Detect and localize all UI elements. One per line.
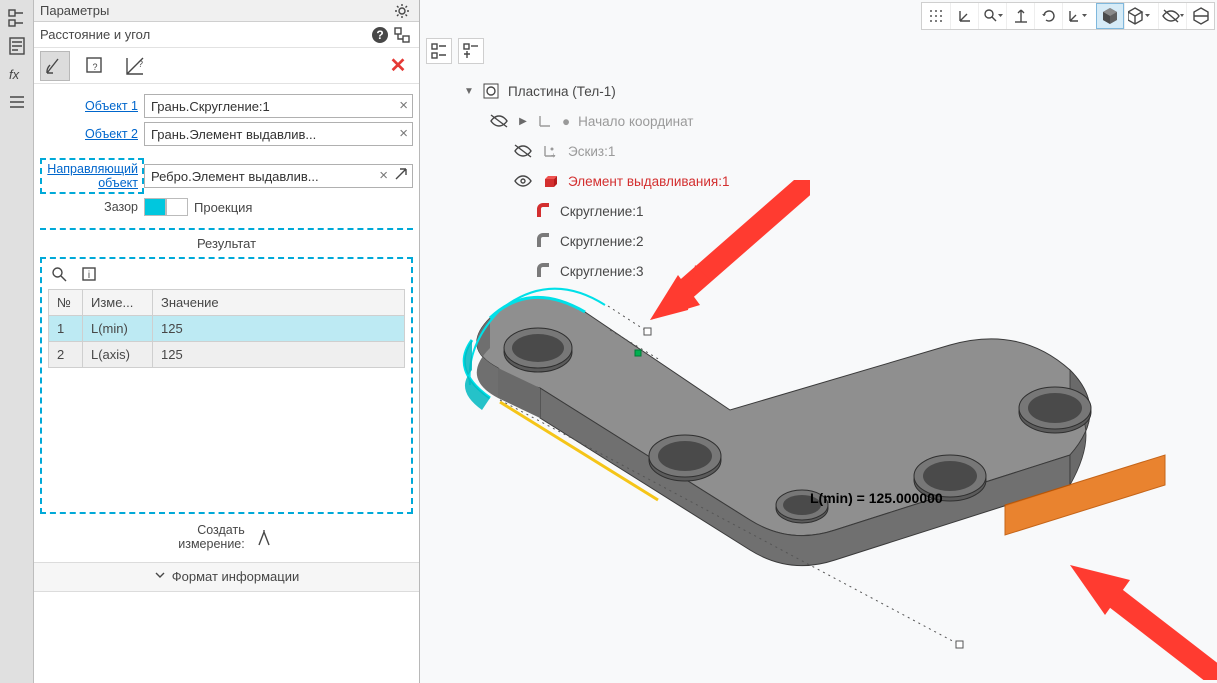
chevron-down-icon [154, 569, 166, 584]
object1-value: Грань.Скругление:1 [151, 99, 270, 114]
close-icon[interactable]: ✕ [383, 51, 413, 81]
fx-panel-icon[interactable]: fx [4, 62, 30, 86]
projection-label: Проекция [194, 200, 252, 215]
viewport-3d[interactable]: ▼ Пластина (Тел-1) ▶ ● Начало координат … [420, 0, 1217, 683]
zoom-dropdown-icon[interactable] [978, 3, 1006, 29]
object1-row: Объект 1 Грань.Скругление:1 × [40, 94, 413, 118]
tree-sketch[interactable]: + Эскиз:1 [464, 136, 729, 166]
collapse-tree-icon[interactable] [391, 24, 413, 46]
svg-text:?: ? [92, 62, 97, 72]
sketch-icon: + [542, 142, 560, 160]
gap-row: Зазор Проекция [40, 198, 413, 216]
create-measure: Создать измерение: [34, 520, 419, 562]
clear-icon[interactable]: × [399, 125, 408, 142]
info-icon[interactable]: i [78, 263, 100, 285]
chevron-right-icon[interactable]: ▶ [518, 116, 528, 127]
stack-panel-icon[interactable] [4, 90, 30, 114]
help-icon[interactable]: ? [369, 24, 391, 46]
visible-eye-icon[interactable] [512, 174, 534, 188]
svg-text:?: ? [376, 28, 383, 42]
clear-icon[interactable]: × [399, 97, 408, 114]
gap-toggle[interactable] [144, 198, 188, 216]
tree-root[interactable]: ▼ Пластина (Тел-1) [464, 76, 729, 106]
result-box: i № Изме... Значение 1 L(min) 125 2 L(ax… [40, 257, 413, 514]
area-mode-icon[interactable]: ? [80, 51, 110, 81]
tree-add-icon[interactable] [458, 38, 484, 64]
gap-label: Зазор [40, 200, 144, 214]
panel-subtitle-bar: Расстояние и угол ? [34, 22, 419, 48]
svg-text:i: i [88, 270, 90, 281]
result-heading: Результат [34, 230, 419, 257]
object1-label[interactable]: Объект 1 [40, 99, 144, 113]
panel-title-text: Параметры [40, 3, 391, 18]
create-measure-label: Создать измерение: [178, 524, 244, 552]
ucs-icon[interactable] [950, 3, 978, 29]
hidden-eye-icon[interactable] [488, 114, 510, 128]
tree-list-icon[interactable] [426, 38, 452, 64]
annotation-arrow-icon [640, 180, 810, 330]
guide-label[interactable]: Направляющий объект [40, 158, 144, 194]
compass-icon[interactable] [253, 527, 275, 549]
tree-origin[interactable]: ▶ ● Начало координат [464, 106, 729, 136]
fillet-icon [534, 202, 552, 220]
wire-cube-dropdown-icon[interactable] [1124, 3, 1152, 29]
object2-row: Объект 2 Грань.Элемент выдавлив... × [40, 122, 413, 146]
tree-toolbar [426, 38, 484, 64]
svg-text:?: ? [138, 59, 143, 69]
guide-value: Ребро.Элемент выдавлив... [151, 169, 319, 184]
object2-label[interactable]: Объект 2 [40, 127, 144, 141]
object2-value: Грань.Элемент выдавлив... [151, 127, 316, 142]
shaded-cube-icon[interactable] [1096, 3, 1124, 29]
clear-icon[interactable]: × [379, 167, 388, 184]
measure-readout: L(min) = 125.000000 [810, 490, 943, 506]
search-icon[interactable] [48, 263, 70, 285]
grid-icon[interactable] [922, 3, 950, 29]
axes-dropdown-icon[interactable] [1062, 3, 1090, 29]
svg-text:fx: fx [9, 67, 20, 82]
fillet-icon [534, 232, 552, 250]
panel-title-bar: Параметры [34, 0, 419, 22]
annotation-arrow-icon [1060, 560, 1217, 680]
distance-angle-mode-icon[interactable] [40, 51, 70, 81]
format-info-toggle[interactable]: Формат информации [34, 562, 419, 592]
fit-icon[interactable] [1006, 3, 1034, 29]
pick-arrow-icon[interactable] [394, 167, 408, 185]
svg-text:+: + [551, 151, 556, 159]
col-meas[interactable]: Изме... [83, 290, 153, 316]
table-row[interactable]: 1 L(min) 125 [49, 316, 405, 342]
gear-icon[interactable] [391, 0, 413, 22]
sheet-panel-icon[interactable] [4, 34, 30, 58]
format-info-label: Формат информации [172, 569, 300, 584]
part-icon [482, 82, 500, 100]
panel-subtitle-text: Расстояние и угол [40, 27, 369, 42]
object2-field[interactable]: Грань.Элемент выдавлив... × [144, 122, 413, 146]
guide-field[interactable]: Ребро.Элемент выдавлив... × [144, 164, 413, 188]
results-table: № Изме... Значение 1 L(min) 125 2 L(axis… [48, 289, 405, 368]
rotate-icon[interactable] [1034, 3, 1062, 29]
chevron-down-icon[interactable]: ▼ [464, 86, 474, 97]
hide-eye-dropdown-icon[interactable] [1158, 3, 1186, 29]
table-row[interactable]: 2 L(axis) 125 [49, 342, 405, 368]
command-ribbon: ? ? ✕ [34, 48, 419, 84]
section-cube-icon[interactable] [1186, 3, 1214, 29]
parameters-panel: Параметры Расстояние и угол ? ? ? ✕ Объе… [34, 0, 420, 683]
mass-mode-icon[interactable]: ? [120, 51, 150, 81]
origin-icon [536, 112, 554, 130]
tree-panel-icon[interactable] [4, 6, 30, 30]
left-app-toolbar: fx [0, 0, 34, 683]
hidden-eye-icon[interactable] [512, 144, 534, 158]
view-toolbar [921, 2, 1215, 30]
col-num[interactable]: № [49, 290, 83, 316]
col-val[interactable]: Значение [153, 290, 405, 316]
extrude-icon [542, 172, 560, 190]
object1-field[interactable]: Грань.Скругление:1 × [144, 94, 413, 118]
guide-row: Направляющий объект Ребро.Элемент выдавл… [40, 158, 413, 194]
